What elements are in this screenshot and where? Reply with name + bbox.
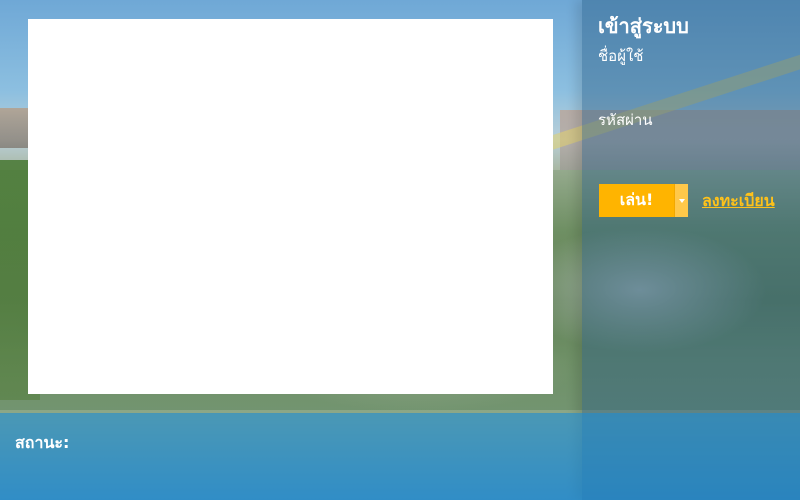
- username-input[interactable]: [598, 68, 784, 92]
- register-link[interactable]: ลงทะเบียน: [702, 189, 775, 214]
- password-label: รหัสผ่าน: [598, 111, 653, 129]
- chevron-down-icon: [678, 198, 685, 203]
- play-button-group: เล่น!: [599, 184, 688, 217]
- background-structure: [0, 108, 30, 148]
- launcher-window: เข้าสู่ระบบ ชื่อผู้ใช้ รหัสผ่าน เล่น! ลง…: [0, 0, 800, 500]
- status-label: สถานะ:: [15, 433, 70, 452]
- password-input[interactable]: [598, 132, 784, 156]
- news-content-frame: [28, 19, 553, 394]
- login-title: เข้าสู่ระบบ: [598, 14, 689, 38]
- status-bar: สถานะ:: [0, 413, 800, 500]
- username-label: ชื่อผู้ใช้: [598, 47, 644, 65]
- play-dropdown-button[interactable]: [674, 184, 688, 217]
- play-button[interactable]: เล่น!: [599, 184, 674, 217]
